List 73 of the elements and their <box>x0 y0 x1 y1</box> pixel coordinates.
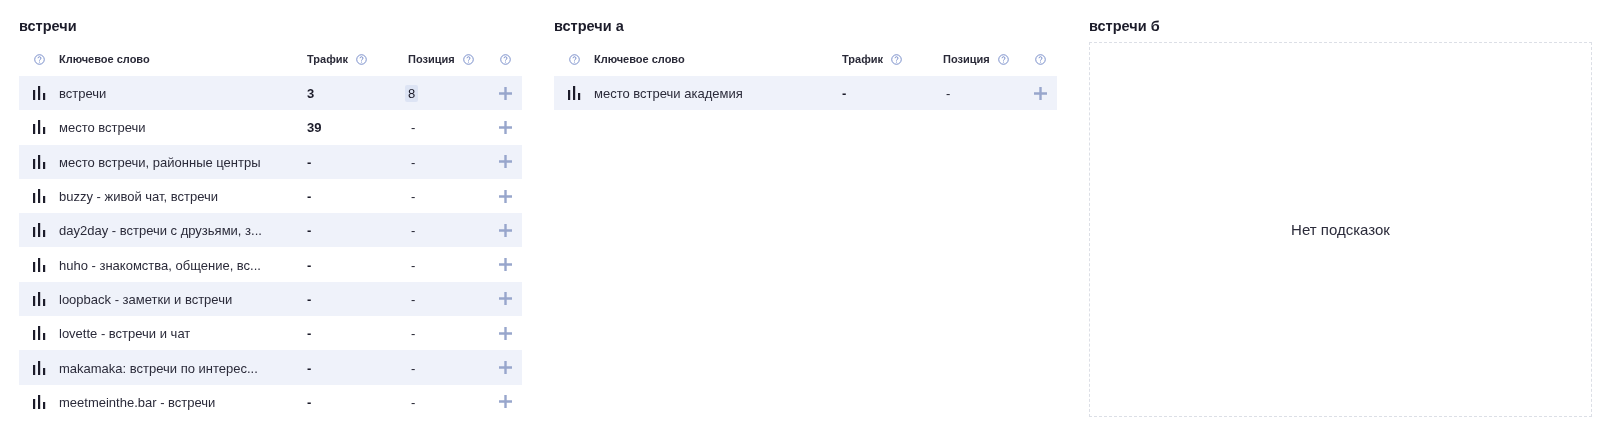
add-button[interactable] <box>498 258 512 272</box>
column-header: Трафик <box>307 53 349 65</box>
add-button[interactable] <box>498 86 512 100</box>
traffic-value: - <box>307 223 312 239</box>
traffic-value: 3 <box>307 86 315 102</box>
bar-chart-icon[interactable] <box>32 394 46 409</box>
add-button[interactable] <box>498 292 512 306</box>
help-icon[interactable] <box>33 53 45 65</box>
keyword-text: место встречи академия <box>594 86 743 102</box>
bar-chart-icon[interactable] <box>32 223 46 238</box>
help-icon[interactable] <box>499 53 511 65</box>
position-value: - <box>945 85 952 103</box>
add-button[interactable] <box>1033 86 1047 100</box>
traffic-value: - <box>307 360 312 376</box>
bar-chart-icon[interactable] <box>32 291 46 306</box>
add-button[interactable] <box>498 120 512 134</box>
traffic-value: - <box>307 291 312 307</box>
keyword-text: встречи <box>59 86 107 102</box>
add-button[interactable] <box>498 223 512 237</box>
section-title: встречи <box>19 17 78 36</box>
traffic-value: - <box>307 394 312 410</box>
empty-message: Нет подсказок <box>1291 221 1390 238</box>
traffic-value: - <box>307 257 312 273</box>
position-value: - <box>410 153 417 171</box>
traffic-value: - <box>307 326 312 342</box>
column-header: Ключевое слово <box>594 53 685 65</box>
column-header: Трафик <box>842 53 884 65</box>
column-header: Позиция <box>943 53 990 65</box>
add-button[interactable] <box>498 361 512 374</box>
keyword-text: место встречи <box>59 120 146 136</box>
keyword-text: huho - знакомства, общение, вс... <box>59 257 261 273</box>
position-value: - <box>410 393 417 411</box>
section-title: встречи б <box>1089 17 1161 36</box>
keyword-text: day2day - встречи с друзьями, з... <box>59 223 262 239</box>
bar-chart-icon[interactable] <box>32 154 46 169</box>
traffic-value: - <box>842 86 847 102</box>
help-icon[interactable] <box>356 53 368 65</box>
add-button[interactable] <box>498 189 512 203</box>
keyword-text: место встречи, районные центры <box>59 154 261 170</box>
position-value: - <box>410 359 417 377</box>
traffic-value: - <box>307 154 312 170</box>
position-value: - <box>410 290 417 308</box>
bar-chart-icon[interactable] <box>32 120 46 135</box>
keyword-text: lovette - встречи и чат <box>59 326 191 342</box>
traffic-value: - <box>307 189 312 205</box>
add-button[interactable] <box>498 395 512 409</box>
section-title: встречи а <box>554 17 625 36</box>
bar-chart-icon[interactable] <box>567 86 581 101</box>
keyword-text: makamaka: встречи по интерес... <box>59 360 258 376</box>
position-value: - <box>410 325 417 343</box>
column-header: Ключевое слово <box>59 53 150 65</box>
keyword-text: meetmeinthe.bar - встречи <box>59 394 216 410</box>
keyword-text: loopback - заметки и встречи <box>59 291 233 307</box>
bar-chart-icon[interactable] <box>32 189 46 204</box>
bar-chart-icon[interactable] <box>32 326 46 341</box>
keyword-text: buzzy - живой чат, встречи <box>59 189 219 205</box>
add-button[interactable] <box>498 326 512 340</box>
position-value: - <box>410 119 417 137</box>
help-icon[interactable] <box>997 53 1009 65</box>
column-header: Позиция <box>408 53 455 65</box>
add-button[interactable] <box>498 155 512 169</box>
bar-chart-icon[interactable] <box>32 360 46 375</box>
traffic-value: 39 <box>307 120 322 136</box>
position-value: - <box>410 188 417 206</box>
help-icon[interactable] <box>1034 53 1046 65</box>
help-icon[interactable] <box>462 53 474 65</box>
bar-chart-icon[interactable] <box>32 86 46 101</box>
help-icon[interactable] <box>891 53 903 65</box>
help-icon[interactable] <box>568 53 580 65</box>
position-value: - <box>410 222 417 240</box>
bar-chart-icon[interactable] <box>32 257 46 272</box>
position-value: - <box>410 256 417 274</box>
position-value: 8 <box>405 85 419 103</box>
